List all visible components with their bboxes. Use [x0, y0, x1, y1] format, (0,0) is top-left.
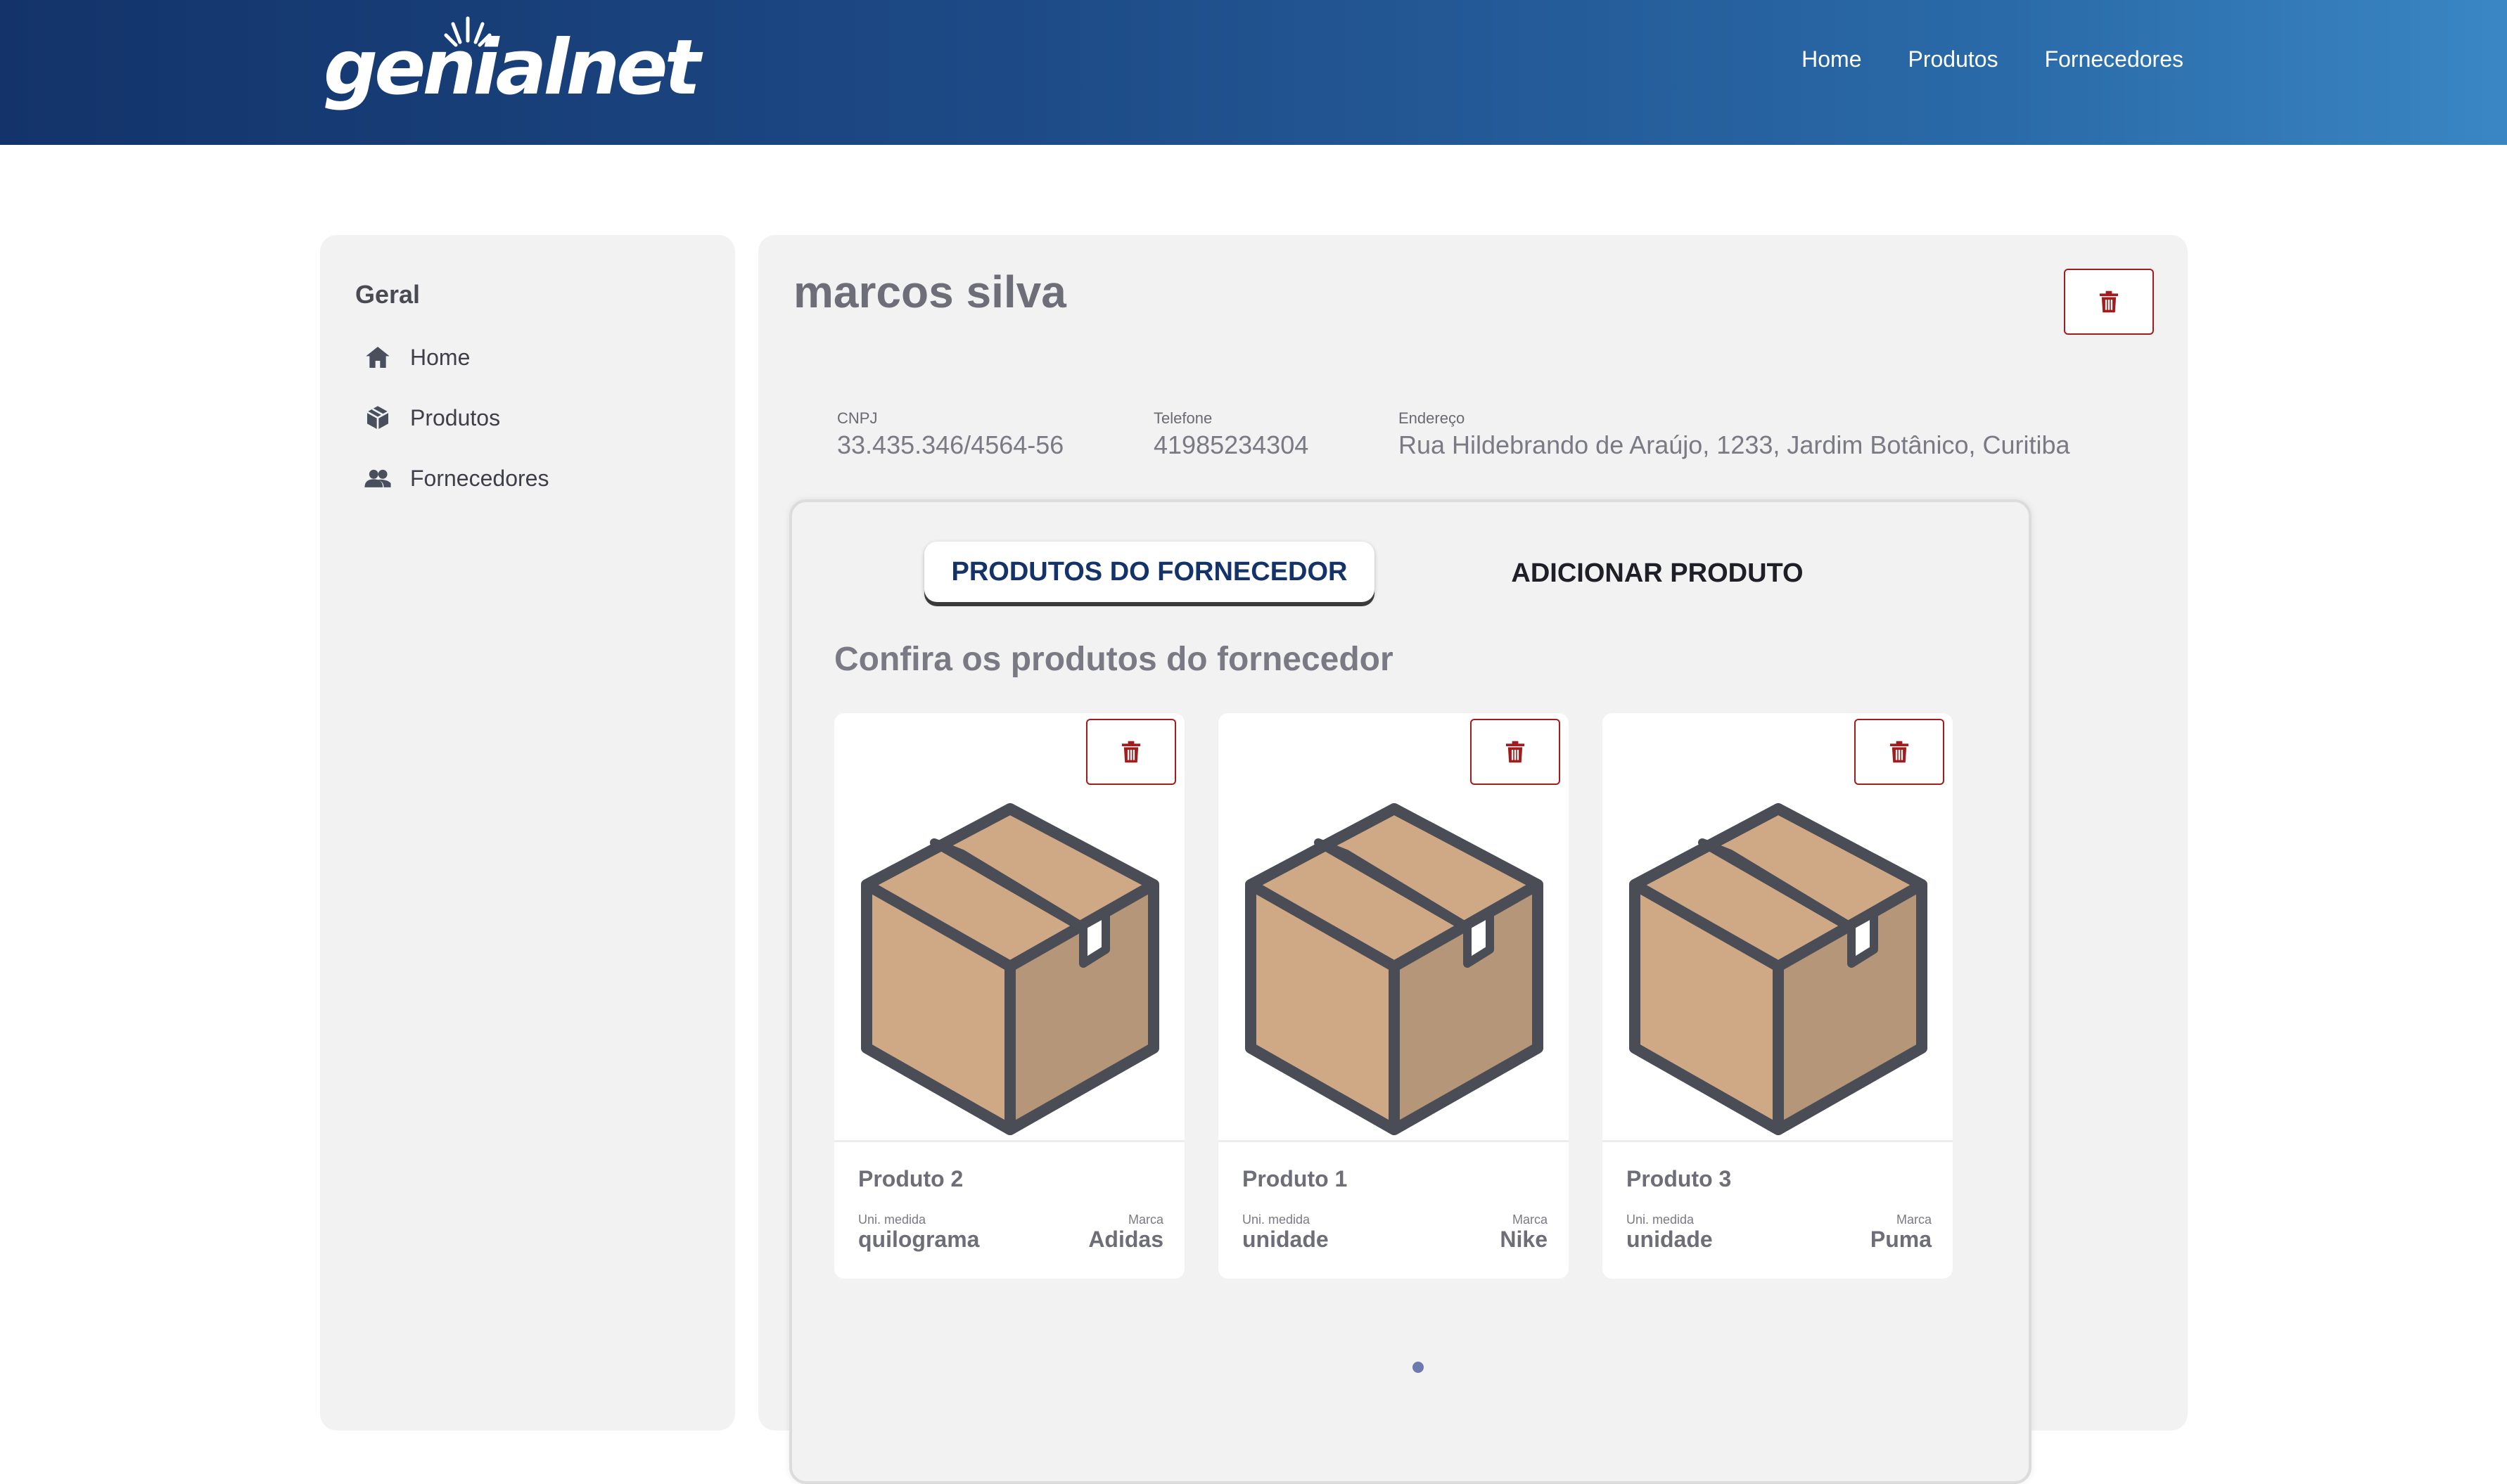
delete-product-button[interactable]	[1854, 719, 1944, 785]
cardboard-box-icon	[1245, 803, 1543, 1135]
unit-label: Uni. medida	[1242, 1213, 1310, 1227]
sidebar-item-label: Fornecedores	[410, 465, 549, 491]
sidebar-item-produtos[interactable]: Produtos	[364, 404, 500, 432]
brand-label: Marca	[1896, 1213, 1932, 1227]
brand-label: Marca	[1512, 1213, 1548, 1227]
address-info: Endereço Rua Hildebrando de Araújo, 1233…	[1398, 409, 2070, 460]
phone-label: Telefone	[1154, 409, 1213, 427]
logo-text: genialnet	[324, 24, 701, 112]
sidebar-title: Geral	[355, 280, 421, 309]
trash-icon	[1889, 741, 1909, 763]
brand-value: Nike	[1500, 1227, 1548, 1252]
top-nav: Home Produtos Fornecedores	[1801, 46, 2183, 72]
top-nav-home[interactable]: Home	[1801, 46, 1861, 72]
sidebar-item-label: Produtos	[410, 404, 501, 430]
phone-info: Telefone 41985234304	[1154, 409, 1308, 460]
cardboard-box-icon	[861, 803, 1159, 1135]
phone-value: 41985234304	[1154, 430, 1309, 459]
tab-adicionar-produto[interactable]: ADICIONAR PRODUTO	[1510, 549, 1805, 598]
products-section-title: Confira os produtos do fornecedor	[834, 641, 1393, 678]
product-card[interactable]: Produto 2 Uni. medida quilograma Marca A…	[834, 713, 1185, 1279]
product-name: Produto 3	[1626, 1166, 1732, 1191]
top-nav-produtos[interactable]: Produtos	[1908, 46, 1998, 72]
unit-value: unidade	[1626, 1227, 1713, 1252]
delete-supplier-button[interactable]	[2064, 269, 2154, 335]
delete-product-button[interactable]	[1470, 719, 1560, 785]
product-name: Produto 2	[858, 1166, 964, 1191]
cardboard-box-icon	[1629, 803, 1927, 1135]
supplier-name: marcos silva	[793, 267, 1066, 317]
sidebar-item-fornecedores[interactable]: Fornecedores	[364, 464, 549, 492]
sidebar-item-label: Home	[410, 344, 471, 370]
sidebar-item-home[interactable]: Home	[364, 343, 470, 371]
trash-icon	[2099, 290, 2119, 313]
supplier-detail-panel: marcos silva CNPJ 33.435.346/4564-56 Tel…	[758, 235, 2188, 1484]
box-icon	[366, 406, 389, 430]
brand-value: Puma	[1870, 1227, 1932, 1252]
unit-label: Uni. medida	[858, 1213, 926, 1227]
genialnet-logo[interactable]: genialnet	[324, 8, 701, 121]
unit-label: Uni. medida	[1626, 1213, 1695, 1227]
product-card[interactable]: Produto 1 Uni. medida unidade Marca Nike	[1218, 713, 1569, 1279]
product-name: Produto 1	[1242, 1166, 1348, 1191]
top-nav-fornecedores[interactable]: Fornecedores	[2045, 46, 2183, 72]
cnpj-value: 33.435.346/4564-56	[837, 430, 1064, 459]
home-icon	[366, 347, 390, 368]
unit-value: quilograma	[858, 1227, 980, 1252]
brand-label: Marca	[1128, 1213, 1163, 1227]
sidebar: Geral Home Produtos Fornecedores	[320, 235, 735, 1431]
unit-value: unidade	[1242, 1227, 1329, 1252]
top-header: genialnet Home Produtos Fornecedores	[0, 0, 2507, 145]
users-icon	[364, 469, 391, 487]
cnpj-info: CNPJ 33.435.346/4564-56	[837, 409, 1064, 460]
address-value: Rua Hildebrando de Araújo, 1233, Jardim …	[1398, 430, 2070, 459]
carousel-dot[interactable]	[1412, 1362, 1424, 1373]
address-label: Endereço	[1398, 409, 1465, 427]
products-container: PRODUTOS DO FORNECEDOR ADICIONAR PRODUTO…	[789, 499, 2031, 1484]
cnpj-label: CNPJ	[837, 409, 878, 427]
trash-icon	[1505, 741, 1525, 763]
product-card[interactable]: Produto 3 Uni. medida unidade Marca Puma	[1602, 713, 1953, 1279]
delete-product-button[interactable]	[1086, 719, 1176, 785]
brand-value: Adidas	[1088, 1227, 1163, 1252]
tab-produtos-do-fornecedor[interactable]: PRODUTOS DO FORNECEDOR	[924, 542, 1374, 602]
trash-icon	[1121, 741, 1141, 763]
